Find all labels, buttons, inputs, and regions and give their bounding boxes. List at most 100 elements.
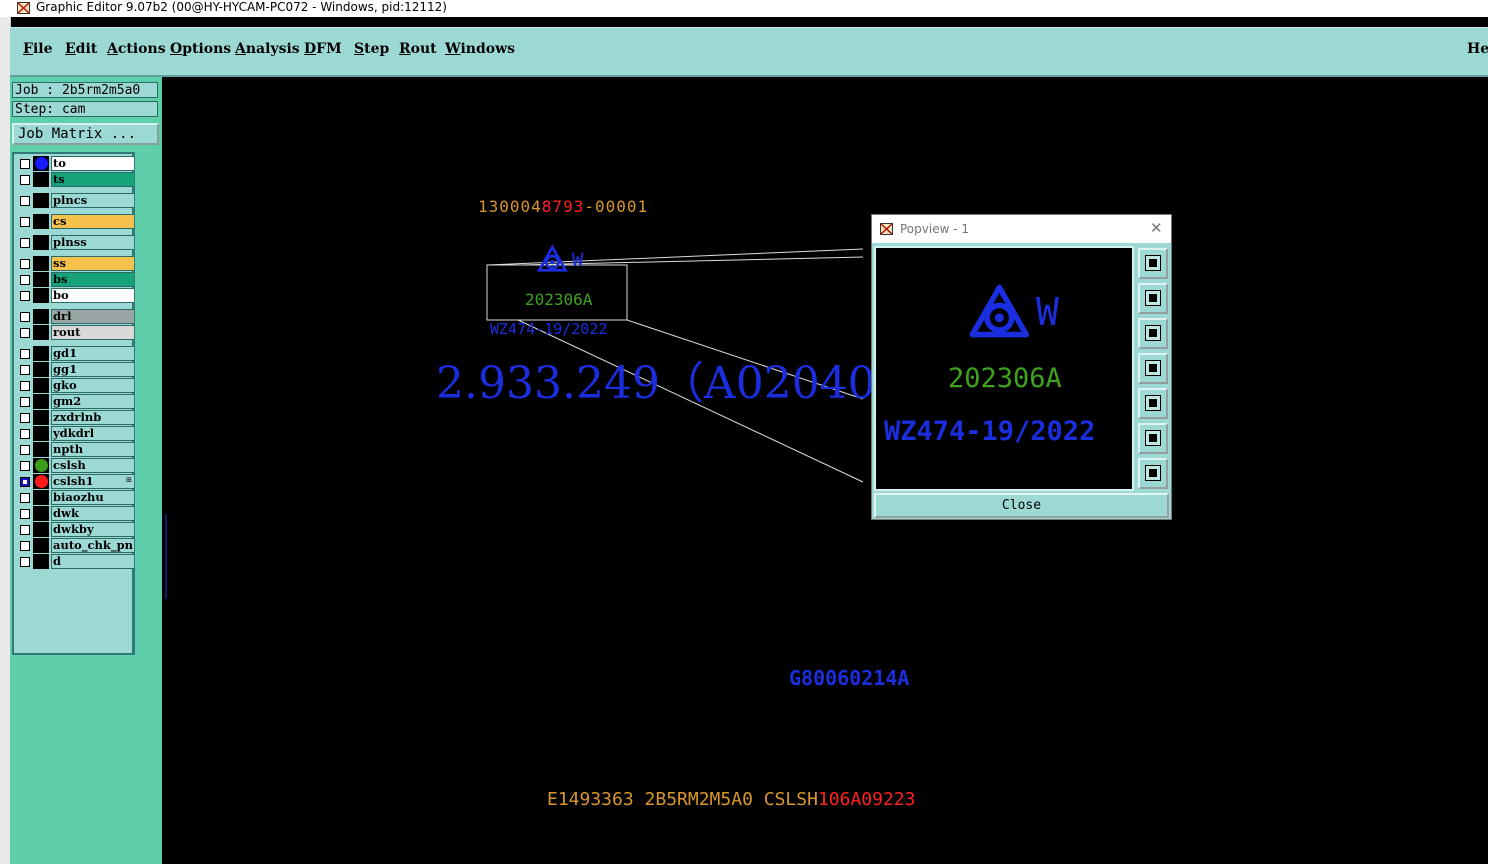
menu-file[interactable]: File <box>23 41 53 57</box>
layer-color-slot[interactable] <box>33 442 49 457</box>
pan-left-icon[interactable] <box>1138 353 1168 384</box>
layer-checkbox[interactable] <box>20 381 30 391</box>
layer-checkbox[interactable] <box>20 413 30 423</box>
pan-up-icon[interactable] <box>1138 283 1168 314</box>
layer-color-slot[interactable] <box>33 410 49 425</box>
layer-row[interactable]: ss <box>16 256 136 271</box>
popview-close-button[interactable]: Close <box>874 493 1169 518</box>
layer-row[interactable]: drl <box>16 309 136 324</box>
layer-row[interactable]: auto_chk_pn <box>16 538 136 553</box>
layer-name[interactable]: rout <box>51 325 136 340</box>
layer-row[interactable]: cs <box>16 214 136 229</box>
zoom-out-icon[interactable] <box>1138 458 1168 489</box>
menu-rout[interactable]: Rout <box>399 41 437 57</box>
layer-name[interactable]: plnss <box>51 235 136 250</box>
layer-color-slot[interactable] <box>33 346 49 361</box>
layer-row[interactable]: plnss <box>16 235 136 250</box>
layer-name[interactable]: biaozhu <box>51 490 136 505</box>
layer-row[interactable]: ydkdrl <box>16 426 136 441</box>
layer-name[interactable]: auto_chk_pn <box>51 538 136 553</box>
layer-color-slot[interactable] <box>33 506 49 521</box>
layer-row[interactable]: ts <box>16 172 136 187</box>
zoom-home-icon[interactable] <box>1138 248 1168 279</box>
layer-row[interactable]: gg1 <box>16 362 136 377</box>
layer-name[interactable]: zxdrlnb <box>51 410 136 425</box>
layer-name[interactable]: dwk <box>51 506 136 521</box>
layer-color-slot[interactable] <box>33 235 49 250</box>
layer-name[interactable]: bo <box>51 288 136 303</box>
layer-row[interactable]: dwk <box>16 506 136 521</box>
layer-row[interactable]: dwkby <box>16 522 136 537</box>
layer-row[interactable]: rout <box>16 325 136 340</box>
layer-color-slot[interactable] <box>33 554 49 569</box>
layer-checkbox[interactable] <box>20 461 30 471</box>
layer-color-slot[interactable] <box>33 172 49 187</box>
layer-name[interactable]: cslsh1 <box>51 474 136 489</box>
layer-row[interactable]: bs <box>16 272 136 287</box>
layer-checkbox[interactable] <box>20 525 30 535</box>
layer-color-slot[interactable] <box>33 288 49 303</box>
layer-checkbox[interactable] <box>20 493 30 503</box>
close-icon[interactable]: ✕ <box>1150 219 1163 237</box>
layer-color-slot[interactable] <box>33 193 49 208</box>
popview-screen[interactable]: W 202306A WZ474-19/2022 <box>874 246 1134 491</box>
layer-name[interactable]: cs <box>51 214 136 229</box>
layer-color-slot[interactable] <box>33 256 49 271</box>
layer-name[interactable]: d <box>51 554 136 569</box>
layer-checkbox[interactable] <box>20 557 30 567</box>
layer-name[interactable]: ss <box>51 256 136 271</box>
layer-row[interactable]: cslsh <box>16 458 136 473</box>
layer-row[interactable]: plncs <box>16 193 136 208</box>
layer-checkbox[interactable] <box>20 541 30 551</box>
layer-color-slot[interactable] <box>33 214 49 229</box>
menu-step[interactable]: Step <box>354 41 389 57</box>
layer-color-slot[interactable] <box>33 272 49 287</box>
layer-checkbox[interactable] <box>20 159 30 169</box>
layer-checkbox[interactable] <box>20 291 30 301</box>
layer-name[interactable]: dwkby <box>51 522 136 537</box>
menu-edit[interactable]: Edit <box>65 41 97 57</box>
layer-row[interactable]: bo <box>16 288 136 303</box>
layer-color-slot[interactable] <box>33 538 49 553</box>
menu-help[interactable]: Hel <box>1467 41 1488 57</box>
layer-row[interactable]: zxdrlnb <box>16 410 136 425</box>
job-matrix-button[interactable]: Job Matrix ... <box>12 123 159 145</box>
layer-checkbox[interactable] <box>20 328 30 338</box>
layer-checkbox[interactable] <box>20 445 30 455</box>
graphic-canvas[interactable]: 1300048793-00001 W 202306A WZ474-19/2022… <box>163 77 1488 864</box>
layer-name[interactable]: plncs <box>51 193 136 208</box>
layer-color-slot[interactable] <box>33 325 49 340</box>
layer-name[interactable]: cslsh <box>51 458 136 473</box>
layer-row[interactable]: gko <box>16 378 136 393</box>
layer-checkbox[interactable] <box>20 429 30 439</box>
layer-row[interactable]: gd1 <box>16 346 136 361</box>
layer-list-scrollbar[interactable] <box>134 152 161 655</box>
layer-name[interactable]: to <box>51 156 136 171</box>
layer-color-slot[interactable] <box>33 522 49 537</box>
layer-name[interactable]: npth <box>51 442 136 457</box>
layer-checkbox[interactable] <box>20 217 30 227</box>
layer-row[interactable]: biaozhu <box>16 490 136 505</box>
layer-checkbox[interactable] <box>20 509 30 519</box>
layer-expand-icon[interactable]: ⊞ <box>126 476 132 484</box>
layer-row[interactable]: to <box>16 156 136 171</box>
layer-color-slot[interactable] <box>33 378 49 393</box>
layer-row[interactable]: d <box>16 554 136 569</box>
layer-name[interactable]: gko <box>51 378 136 393</box>
layer-name[interactable]: gd1 <box>51 346 136 361</box>
layer-checkbox[interactable] <box>20 275 30 285</box>
layer-checkbox[interactable] <box>20 238 30 248</box>
menu-actions[interactable]: Actions <box>107 41 166 57</box>
layer-checkbox[interactable] <box>20 397 30 407</box>
layer-name[interactable]: gg1 <box>51 362 136 377</box>
layer-checkbox[interactable] <box>20 349 30 359</box>
layer-name[interactable]: bs <box>51 272 136 287</box>
menu-analysis[interactable]: Analysis <box>235 41 300 57</box>
layer-row[interactable]: cslsh1 ⊞ <box>16 474 136 489</box>
layer-checkbox[interactable] <box>20 196 30 206</box>
layer-name[interactable]: ydkdrl <box>51 426 136 441</box>
zoom-in-icon[interactable] <box>1138 423 1168 454</box>
layer-color-slot[interactable] <box>33 426 49 441</box>
layer-row[interactable]: npth <box>16 442 136 457</box>
pan-down-icon[interactable] <box>1138 318 1168 349</box>
